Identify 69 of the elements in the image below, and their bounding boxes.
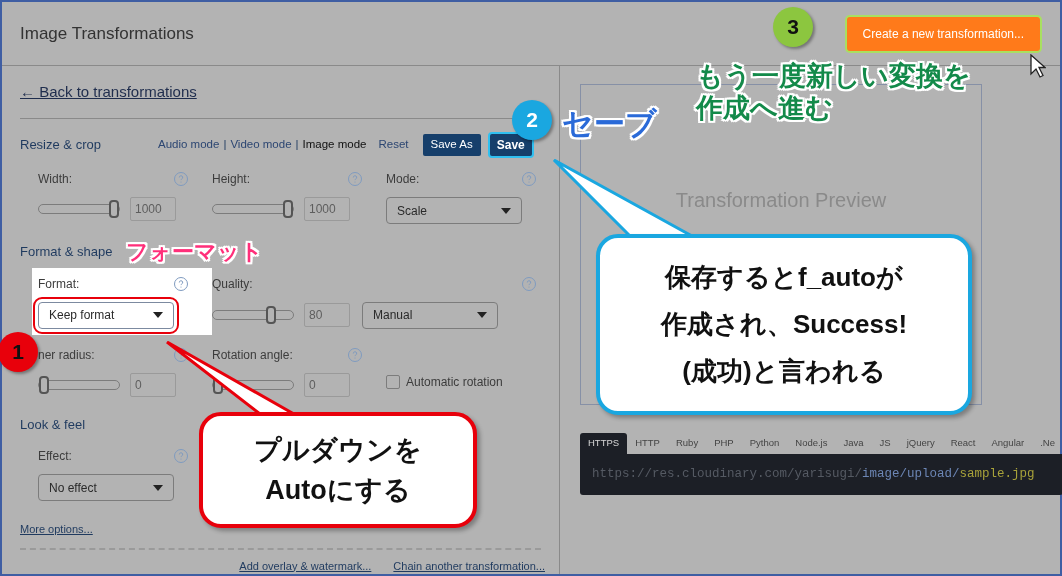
code-language-tab[interactable]: Python xyxy=(741,433,788,454)
code-language-tab[interactable]: Node.js xyxy=(787,433,836,454)
back-link[interactable]: ← Back to transformations xyxy=(20,80,197,104)
field-label: Mode: xyxy=(386,171,420,188)
checkbox[interactable] xyxy=(386,374,400,389)
number-field[interactable]: 1000 xyxy=(130,197,176,221)
code-language-tab[interactable]: HTTPS xyxy=(580,433,628,454)
page-title: Image Transformations xyxy=(20,22,194,45)
callout-text: 保存するとf_autoが xyxy=(665,261,903,294)
annotation-label: 作成へ進む xyxy=(696,92,833,124)
callout-text: Autoにする xyxy=(265,474,411,507)
field-label: Height: xyxy=(212,171,251,188)
slider-thumb[interactable] xyxy=(265,306,276,324)
code-language-tab[interactable]: PHP xyxy=(706,433,742,454)
callout-text: (成功)と言われる xyxy=(682,355,886,388)
code-language-tab[interactable]: React xyxy=(942,433,984,454)
mode-link[interactable]: Image mode xyxy=(302,136,367,154)
field-label: ner radius: xyxy=(38,346,95,364)
annotation-label: フォーマット xyxy=(126,238,263,266)
number-field[interactable]: 0 xyxy=(130,372,176,397)
field-label: Quality: xyxy=(212,275,253,293)
field-label: Width: xyxy=(38,171,72,188)
step-number-badge: 1 xyxy=(0,332,38,372)
code-language-tab[interactable]: Java xyxy=(835,433,872,454)
step-number-badge: 3 xyxy=(773,7,813,47)
step-number-badge: 2 xyxy=(512,100,552,140)
dropdown[interactable]: Manual xyxy=(362,301,498,329)
dropdown[interactable]: No effect xyxy=(38,474,174,501)
mode-separator: | xyxy=(223,137,227,153)
code-url: https://res.cloudinary.com/yarisugi/image/upload/sample.jpg xyxy=(592,466,1035,484)
mode-separator: | xyxy=(295,137,299,153)
annotation-label: セーブ xyxy=(562,105,657,143)
code-language-tab[interactable]: jQuery xyxy=(898,433,943,454)
create-transformation-button[interactable]: Create a new transformation... xyxy=(846,16,1040,51)
footer-link[interactable]: Chain another transformation... xyxy=(393,557,545,574)
reset-link[interactable]: Reset xyxy=(378,136,409,154)
code-language-tab[interactable]: HTTP xyxy=(627,433,668,454)
save-as-button[interactable]: Save As xyxy=(422,133,481,156)
caret-icon xyxy=(501,207,511,214)
number-field[interactable]: 0 xyxy=(304,372,350,397)
field-label: Format: xyxy=(38,275,80,293)
slider-thumb[interactable] xyxy=(39,375,49,394)
code-language-tab[interactable]: Ruby xyxy=(667,433,707,454)
more-options-link[interactable]: More options... xyxy=(20,521,93,538)
section-title: Look & feel xyxy=(20,415,86,434)
caret-icon xyxy=(477,312,487,318)
section-title: Format & shape xyxy=(20,243,113,261)
number-field[interactable]: 1000 xyxy=(304,197,350,221)
save-button[interactable]: Save xyxy=(489,133,532,156)
slider-thumb[interactable] xyxy=(283,200,293,218)
code-language-tab[interactable]: JS xyxy=(871,433,899,454)
number-field[interactable]: 80 xyxy=(304,303,350,327)
code-language-tab[interactable]: Angular xyxy=(983,433,1033,454)
callout-text: プルダウンを xyxy=(254,434,422,467)
callout-text: 作成され、Success! xyxy=(660,308,908,341)
annotation-label: もう一度新しい変換を xyxy=(696,60,971,92)
checkbox-label: Automatic rotation xyxy=(406,373,503,391)
caret-icon xyxy=(153,312,163,318)
field-label: Effect: xyxy=(38,448,72,465)
mode-link[interactable]: Video mode xyxy=(230,136,292,154)
mouse-cursor-icon xyxy=(1030,54,1046,78)
caret-icon xyxy=(153,484,163,491)
footer-link[interactable]: Add overlay & watermark... xyxy=(239,557,372,574)
field-label: Rotation angle: xyxy=(212,346,293,364)
slider-thumb[interactable] xyxy=(109,200,119,218)
code-language-tab[interactable]: .Ne xyxy=(1032,433,1062,454)
section-title: Resize & crop xyxy=(20,136,102,155)
mode-link[interactable]: Audio mode xyxy=(158,136,220,154)
dropdown[interactable]: Scale xyxy=(386,197,522,224)
